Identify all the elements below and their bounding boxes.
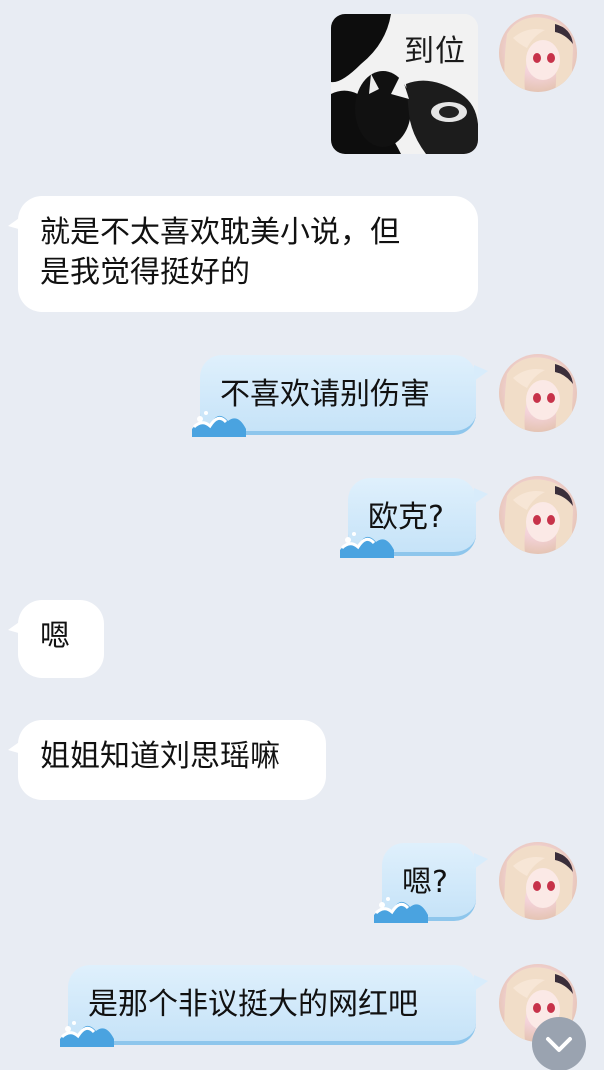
message-text: 欧克? [368, 500, 444, 535]
anime-girl-avatar-icon [504, 357, 573, 432]
message-text: 是那个非议挺大的网红吧 [88, 987, 418, 1022]
outgoing-message-bubble[interactable]: 欧克? [340, 478, 488, 558]
incoming-message-bubble[interactable]: 嗯 [8, 600, 104, 678]
outgoing-message-bubble[interactable]: 是那个非议挺大的网红吧 [60, 965, 488, 1047]
message-text: 姐姐知道刘思瑶嘛 [40, 739, 280, 774]
incoming-message-bubble[interactable]: 姐姐知道刘思瑶嘛 [8, 720, 326, 800]
my-avatar[interactable] [499, 842, 577, 920]
anime-girl-avatar-icon [504, 845, 573, 920]
message-text-line: 就是不太喜欢耽美小说，但 [40, 215, 400, 250]
outgoing-message-bubble[interactable]: 不喜欢请别伤害 [192, 355, 488, 437]
my-avatar[interactable] [499, 354, 577, 432]
message-text: 不喜欢请别伤害 [220, 377, 430, 412]
outgoing-message-bubble[interactable]: 嗯? [374, 843, 488, 923]
my-avatar[interactable] [499, 14, 577, 92]
message-text-line: 是我觉得挺好的 [40, 255, 250, 290]
meme-sticker[interactable]: 到位 [331, 14, 478, 154]
incoming-message-bubble[interactable]: 就是不太喜欢耽美小说，但 是我觉得挺好的 [8, 196, 478, 312]
chat-screen: 到位 就是不太喜欢耽美小说，但 是我觉得挺好的 不喜欢请别伤害 欧克? 嗯 姐姐… [0, 0, 604, 1070]
chevron-down-icon [546, 1037, 572, 1052]
my-avatar[interactable] [499, 476, 577, 554]
message-text: 嗯? [402, 865, 448, 900]
anime-girl-avatar-icon [504, 479, 573, 554]
sticker-caption: 到位 [404, 34, 466, 69]
message-text: 嗯 [40, 619, 70, 654]
anime-girl-avatar-icon [504, 17, 573, 92]
scroll-to-bottom-button[interactable] [532, 1017, 586, 1070]
